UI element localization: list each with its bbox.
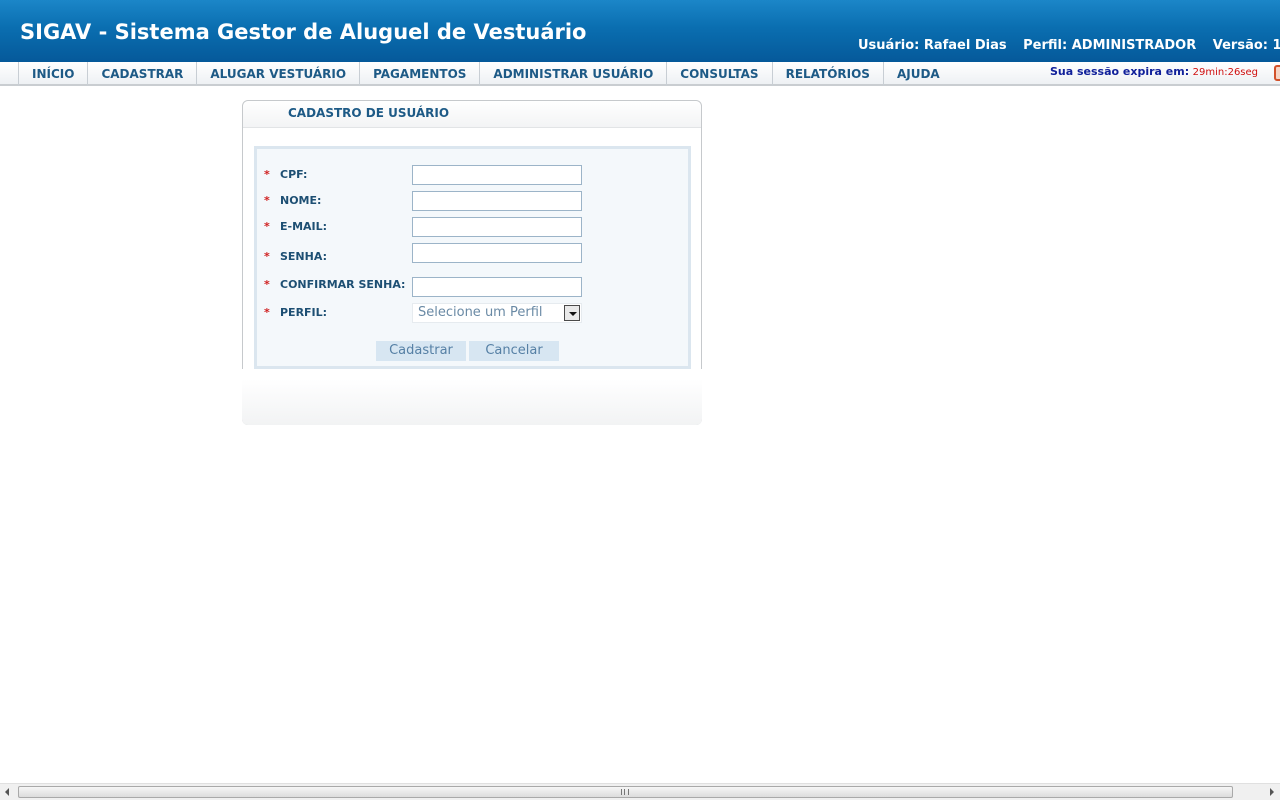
required-marker: * bbox=[264, 278, 270, 291]
session-status-icon[interactable] bbox=[1274, 65, 1280, 81]
scroll-left-arrow-icon[interactable] bbox=[0, 784, 17, 800]
app-version: Versão: 1.0.1 b bbox=[1212, 38, 1280, 53]
main-menu: INÍCIO CADASTRAR ALUGAR VESTUÁRIO PAGAME… bbox=[18, 62, 953, 86]
menu-item-relatorios[interactable]: RELATÓRIOS bbox=[771, 62, 883, 86]
required-marker: * bbox=[264, 220, 270, 233]
cancelar-button[interactable]: Cancelar bbox=[469, 341, 559, 361]
chevron-down-icon[interactable] bbox=[564, 305, 580, 321]
panel-footer bbox=[242, 379, 702, 425]
main-menu-bar: INÍCIO CADASTRAR ALUGAR VESTUÁRIO PAGAME… bbox=[0, 62, 1280, 86]
email-input[interactable] bbox=[412, 217, 582, 237]
cpf-label: CPF: bbox=[280, 168, 308, 181]
confirmar-senha-label: CONFIRMAR SENHA: bbox=[280, 278, 406, 291]
menu-item-cadastrar[interactable]: CADASTRAR bbox=[87, 62, 196, 86]
horizontal-scrollbar[interactable] bbox=[0, 783, 1280, 800]
perfil-label: PERFIL: bbox=[280, 306, 328, 319]
scrollbar-thumb[interactable] bbox=[18, 786, 1233, 798]
cpf-input[interactable] bbox=[412, 165, 582, 185]
menu-item-pagamentos[interactable]: PAGAMENTOS bbox=[359, 62, 479, 86]
required-marker: * bbox=[264, 306, 270, 319]
session-timer: Sua sessão expira em: 29min:26seg bbox=[1050, 65, 1258, 78]
required-marker: * bbox=[264, 250, 270, 263]
email-label: E-MAIL: bbox=[280, 220, 328, 233]
menu-item-consultas[interactable]: CONSULTAS bbox=[666, 62, 771, 86]
menu-item-administrar-usuario[interactable]: ADMINISTRAR USUÁRIO bbox=[479, 62, 666, 86]
confirmar-senha-input[interactable] bbox=[412, 277, 582, 297]
scroll-right-arrow-icon[interactable] bbox=[1263, 784, 1280, 800]
user-registration-panel: CADASTRO DE USUÁRIO * CPF: * NOME: * E-M… bbox=[241, 100, 703, 425]
senha-input[interactable] bbox=[412, 243, 582, 263]
nome-input[interactable] bbox=[412, 191, 582, 211]
user-info: Usuário: Rafael Dias Perfil: ADMINISTRAD… bbox=[858, 38, 1280, 53]
session-time: 29min:26seg bbox=[1192, 67, 1259, 78]
menu-item-ajuda[interactable]: AJUDA bbox=[882, 62, 953, 86]
senha-label: SENHA: bbox=[280, 250, 327, 263]
required-marker: * bbox=[264, 168, 270, 181]
user-registration-form: * CPF: * NOME: * E-MAIL: * SENHA: * CONF… bbox=[254, 146, 691, 369]
app-header: SIGAV - Sistema Gestor de Aluguel de Ves… bbox=[0, 0, 1280, 62]
nome-label: NOME: bbox=[280, 194, 322, 207]
user-name: Usuário: Rafael Dias bbox=[858, 38, 1007, 53]
cadastrar-button[interactable]: Cadastrar bbox=[376, 341, 466, 361]
perfil-select[interactable]: Selecione um Perfil bbox=[412, 303, 582, 323]
menu-item-alugar-vestuario[interactable]: ALUGAR VESTUÁRIO bbox=[196, 62, 359, 86]
perfil-selected-value: Selecione um Perfil bbox=[418, 305, 543, 320]
session-label: Sua sessão expira em: bbox=[1050, 65, 1190, 78]
user-profile: Perfil: ADMINISTRADOR bbox=[1023, 38, 1197, 53]
grip-icon bbox=[621, 789, 629, 795]
required-marker: * bbox=[264, 194, 270, 207]
panel-title: CADASTRO DE USUÁRIO bbox=[288, 106, 450, 120]
app-title: SIGAV - Sistema Gestor de Aluguel de Ves… bbox=[20, 20, 587, 44]
menu-item-inicio[interactable]: INÍCIO bbox=[18, 62, 87, 86]
